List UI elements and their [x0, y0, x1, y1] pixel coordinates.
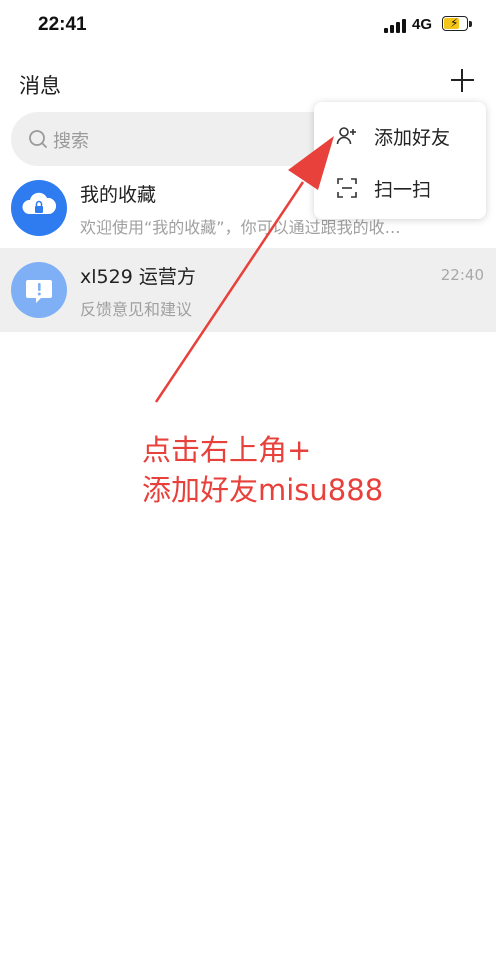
conversation-preview: 反馈意见和建议: [80, 300, 193, 319]
conversation-title: 我的收藏: [80, 184, 157, 206]
search-placeholder: 搜索: [53, 131, 89, 152]
menu-item-add-friend[interactable]: 添加好友: [314, 110, 486, 162]
conversation-title: xl529 运营方: [80, 266, 196, 288]
plus-icon[interactable]: [446, 64, 478, 96]
status-bar: 22:41 4G ⚡: [0, 0, 496, 52]
avatar: [11, 262, 67, 318]
add-menu-dropdown: 添加好友 扫一扫: [314, 102, 486, 219]
menu-label: 添加好友: [374, 127, 451, 149]
signal-icon: [384, 17, 408, 33]
annotation-line-1: 点击右上角+: [142, 433, 312, 467]
feedback-icon: [26, 280, 52, 303]
menu-item-scan[interactable]: 扫一扫: [314, 162, 486, 214]
cloud-lock-icon: [22, 192, 57, 214]
annotation-text: 点击右上角+ 添加好友misu888: [142, 430, 383, 510]
annotation-line-2: 添加好友misu888: [142, 473, 384, 507]
conversation-time: 22:40: [440, 266, 484, 284]
menu-label: 扫一扫: [374, 179, 432, 201]
battery-tip: [469, 21, 472, 27]
search-icon: [29, 130, 47, 148]
status-time: 22:41: [38, 14, 87, 35]
conversation-operator[interactable]: xl529 运营方 反馈意见和建议 22:40: [0, 248, 496, 332]
page-title: 消息: [19, 74, 61, 98]
network-type: 4G: [412, 16, 433, 33]
avatar: [11, 180, 67, 236]
add-friend-icon: [336, 127, 356, 145]
scan-icon: [337, 178, 357, 198]
battery-icon: ⚡: [442, 16, 468, 31]
search-input[interactable]: 搜索: [11, 112, 341, 166]
